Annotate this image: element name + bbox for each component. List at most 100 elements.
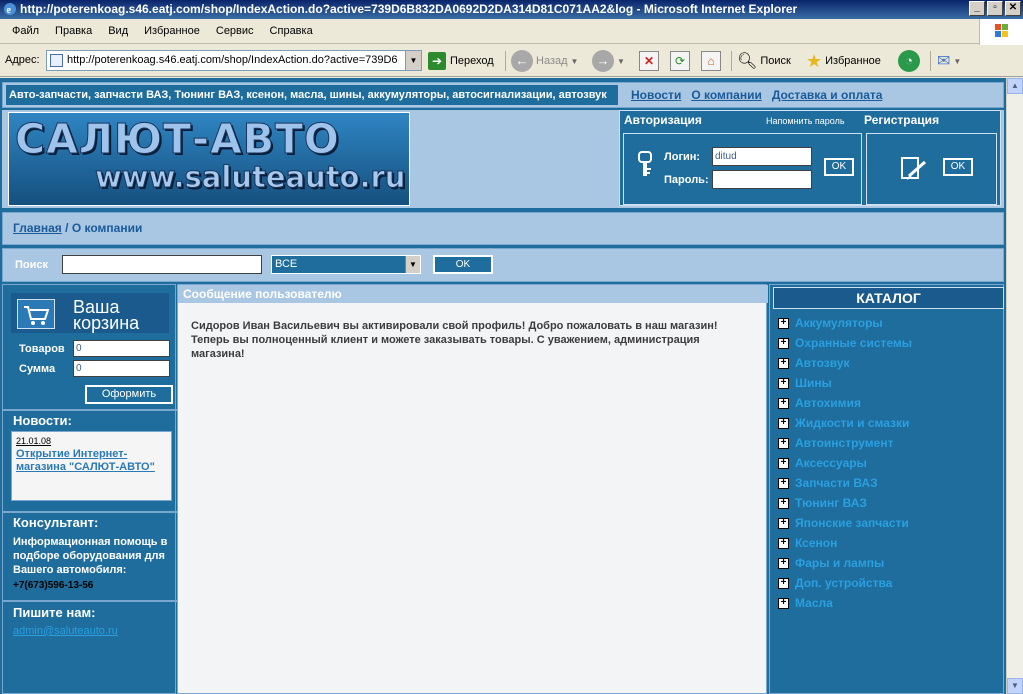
menu-edit[interactable]: Правка [47,25,100,37]
vertical-scrollbar[interactable]: ▲ ▼ [1006,78,1023,694]
catalog-item[interactable]: + Жидкости и смазки [778,413,998,433]
chevron-down-icon[interactable]: ▼ [405,256,420,273]
catalog-item[interactable]: + Охранные системы [778,333,998,353]
mail-button[interactable]: ✉ ▼ [937,50,961,72]
catalog-item-link[interactable]: Охранные системы [795,336,912,350]
menu-favorites[interactable]: Избранное [136,25,208,37]
catalog-item[interactable]: + Запчасти ВАЗ [778,473,998,493]
catalog-item[interactable]: + Японские запчасти [778,513,998,533]
catalog-item-link[interactable]: Японские запчасти [795,516,909,530]
menu-bar: Файл Правка Вид Избранное Сервис Справка [0,19,1023,44]
search-ok-button[interactable]: OK [433,255,493,274]
catalog-item[interactable]: + Доп. устройства [778,573,998,593]
close-window-button[interactable]: ✕ [1005,1,1021,16]
expand-plus-icon[interactable]: + [778,557,789,569]
site-slogan: Авто-запчасти, запчасти ВАЗ, Тюнинг ВАЗ,… [6,85,618,105]
maximize-button[interactable]: ▫ [987,1,1003,16]
stop-button[interactable]: ✕ [639,50,659,72]
catalog-item[interactable]: + Автоинструмент [778,433,998,453]
forward-dropdown-icon[interactable]: ▼ [617,57,625,66]
catalog-item-link[interactable]: Тюнинг ВАЗ [795,496,867,510]
scroll-up-icon[interactable]: ▲ [1007,78,1023,94]
home-button[interactable]: ⌂ [701,50,721,72]
auth-panel: Авторизация Напомнить пароль Регистрация… [619,110,1001,206]
expand-plus-icon[interactable]: + [778,437,789,449]
catalog-item-link[interactable]: Жидкости и смазки [795,416,909,430]
search-category-select[interactable]: ВСЕ ▼ [271,255,421,274]
nav-link-delivery[interactable]: Доставка и оплата [772,88,883,102]
catalog-item-link[interactable]: Автохимия [795,396,861,410]
checkout-button[interactable]: Оформить [85,385,173,404]
history-button[interactable]: ◔ [898,50,920,72]
expand-plus-icon[interactable]: + [778,577,789,589]
minimize-button[interactable]: _ [969,1,985,16]
refresh-button[interactable]: ⟳ [670,50,690,72]
catalog-item-link[interactable]: Автоинструмент [795,436,893,450]
catalog-sidebar: КАТАЛОГ + Аккумуляторы + Охранные системы + А… [769,284,1004,694]
catalog-item[interactable]: + Шины [778,373,998,393]
back-button[interactable]: ← Назад ▼ [511,50,578,72]
menu-tools[interactable]: Сервис [208,25,262,37]
catalog-item-link[interactable]: Доп. устройства [795,576,892,590]
menu-file[interactable]: Файл [4,25,47,37]
catalog-item-link[interactable]: Автозвук [795,356,850,370]
expand-plus-icon[interactable]: + [778,397,789,409]
expand-plus-icon[interactable]: + [778,597,789,609]
catalog-item[interactable]: + Аккумуляторы [778,313,998,333]
catalog-item-link[interactable]: Масла [795,596,833,610]
back-arrow-icon: ← [511,50,533,72]
remind-password-link[interactable]: Напомнить пароль [766,116,845,126]
catalog-item[interactable]: + Аксессуары [778,453,998,473]
cart-items-label: Товаров [19,343,65,355]
page-viewport: Авто-запчасти, запчасти ВАЗ, Тюнинг ВАЗ,… [0,78,1006,694]
expand-plus-icon[interactable]: + [778,317,789,329]
menu-view[interactable]: Вид [100,25,136,37]
password-input[interactable] [712,170,812,189]
catalog-item-link[interactable]: Ксенон [795,536,837,550]
catalog-item[interactable]: + Фары и лампы [778,553,998,573]
catalog-item[interactable]: + Масла [778,593,998,613]
catalog-item-link[interactable]: Шины [795,376,832,390]
favorites-button[interactable]: ★ Избранное [806,50,881,72]
expand-plus-icon[interactable]: + [778,357,789,369]
search-toolbar-button[interactable]: 🔍︎ Поиск [737,50,791,72]
catalog-item[interactable]: + Тюнинг ВАЗ [778,493,998,513]
expand-plus-icon[interactable]: + [778,517,789,529]
address-dropdown-icon[interactable]: ▼ [405,51,421,70]
contact-email-link[interactable]: admin@saluteauto.ru [13,625,118,637]
nav-link-about[interactable]: О компании [691,88,762,102]
divider [3,409,177,411]
login-input[interactable]: ditud [712,147,812,166]
expand-plus-icon[interactable]: + [778,477,789,489]
expand-plus-icon[interactable]: + [778,457,789,469]
forward-button[interactable]: → ▼ [592,50,625,72]
menu-help[interactable]: Справка [262,25,321,37]
auth-title: Авторизация [624,113,702,127]
catalog-item-link[interactable]: Аксессуары [795,456,867,470]
go-button[interactable]: ➔ Переход [428,51,494,71]
expand-plus-icon[interactable]: + [778,377,789,389]
nav-link-news[interactable]: Новости [631,88,681,102]
mail-dropdown-icon[interactable]: ▼ [953,57,961,66]
catalog-item-link[interactable]: Фары и лампы [795,556,884,570]
expand-plus-icon[interactable]: + [778,497,789,509]
expand-plus-icon[interactable]: + [778,417,789,429]
internet-explorer-icon: e [4,3,16,16]
back-dropdown-icon[interactable]: ▼ [571,57,579,66]
catalog-item[interactable]: + Ксенон [778,533,998,553]
register-ok-button[interactable]: OK [943,158,973,176]
expand-plus-icon[interactable]: + [778,337,789,349]
breadcrumb-home[interactable]: Главная [13,221,62,235]
catalog-item[interactable]: + Автозвук [778,353,998,373]
search-input[interactable] [62,255,262,274]
expand-plus-icon[interactable]: + [778,537,789,549]
login-ok-button[interactable]: OK [824,158,854,176]
catalog-item-link[interactable]: Аккумуляторы [795,316,883,330]
catalog-item[interactable]: + Автохимия [778,393,998,413]
site-logo[interactable]: САЛЮТ-АВТО www.saluteauto.ru [8,112,410,206]
address-input[interactable]: http://poterenkoag.s46.eatj.com/shop/Ind… [46,50,422,71]
catalog-item-link[interactable]: Запчасти ВАЗ [795,476,878,490]
news-headline-link[interactable]: Открытие Интернет-магазина "САЛЮТ-АВТО" [16,448,167,474]
scroll-down-icon[interactable]: ▼ [1007,678,1023,694]
toolbar-separator [930,51,931,71]
